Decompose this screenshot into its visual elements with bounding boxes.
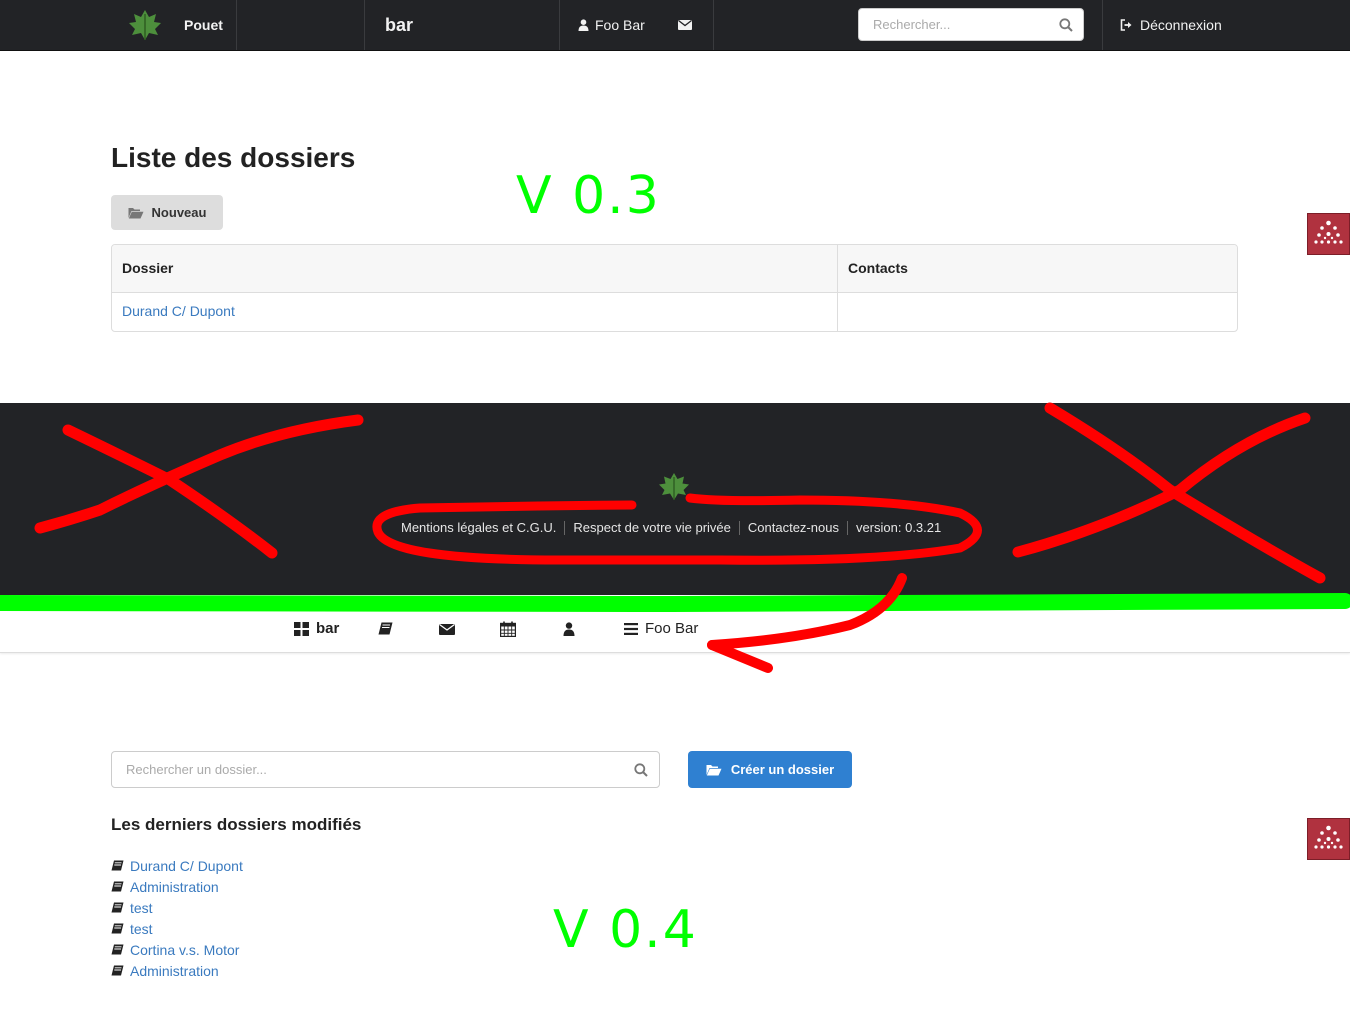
- navbar-divider: [236, 0, 237, 50]
- network-icon: [1314, 825, 1343, 849]
- navbar-divider: [713, 0, 714, 50]
- book-icon: [111, 965, 124, 976]
- list-item: test: [111, 897, 243, 918]
- book-icon: [111, 923, 124, 934]
- book-icon: [111, 881, 124, 892]
- list-item: Durand C/ Dupont: [111, 855, 243, 876]
- mail-icon: [439, 623, 455, 635]
- list-item: Administration: [111, 876, 243, 897]
- new-folder-button[interactable]: Nouveau: [111, 195, 223, 230]
- search-icon[interactable]: [634, 763, 648, 777]
- navbar-divider: [1102, 0, 1103, 50]
- user-name: Foo Bar: [595, 17, 645, 33]
- footer-links: Mentions légales et C.G.U. Respect de vo…: [393, 520, 949, 535]
- user-menu-link[interactable]: Foo Bar: [578, 0, 645, 50]
- version-label-v03: V 0.3: [516, 166, 661, 226]
- new-folder-label: Nouveau: [151, 205, 207, 220]
- recent-folders-heading: Les derniers dossiers modifiés: [111, 815, 362, 834]
- logout-link[interactable]: Déconnexion: [1120, 0, 1222, 50]
- folder-open-icon: [706, 764, 722, 775]
- top-search-input[interactable]: [859, 9, 1067, 40]
- footer-version: version: 0.3.21: [855, 520, 942, 535]
- recent-folder-link[interactable]: Administration: [130, 963, 219, 979]
- nav-item-messages[interactable]: [439, 623, 455, 636]
- navbar-divider: [364, 0, 365, 50]
- nav-app-title: bar: [316, 620, 340, 637]
- footer-link-contact[interactable]: Contactez-nous: [740, 520, 847, 535]
- side-widget-button[interactable]: [1307, 818, 1350, 860]
- leaf-logo-icon: [659, 473, 689, 500]
- list-item: Cortina v.s. Motor: [111, 939, 243, 960]
- folders-table: Dossier Contacts Durand C/ Dupont: [111, 244, 1238, 332]
- table-row-dossier-link[interactable]: Durand C/ Dupont: [122, 303, 235, 319]
- leaf-logo-icon[interactable]: [127, 8, 163, 42]
- book-icon: [378, 622, 393, 635]
- footer-link-privacy[interactable]: Respect de votre vie privée: [565, 520, 739, 535]
- table-header: [112, 245, 1237, 293]
- table-column-divider: [837, 245, 838, 331]
- page-title: Liste des dossiers: [111, 142, 356, 173]
- version-label-v04: V 0.4: [553, 900, 698, 960]
- navbar-divider: [559, 0, 560, 50]
- create-folder-label: Créer un dossier: [730, 762, 835, 777]
- user-icon: [563, 622, 575, 636]
- brand-name[interactable]: Pouet: [184, 0, 223, 50]
- list-item: test: [111, 918, 243, 939]
- recent-folder-link[interactable]: Durand C/ Dupont: [130, 858, 243, 874]
- nav-item-user-menu[interactable]: Foo Bar: [624, 620, 698, 637]
- v04-navbar: bar Foo Bar: [0, 606, 1350, 653]
- book-icon: [111, 944, 124, 955]
- nav-item-folders[interactable]: [378, 622, 393, 635]
- recent-folder-link[interactable]: Cortina v.s. Motor: [130, 942, 239, 958]
- create-folder-button[interactable]: Créer un dossier: [688, 751, 852, 788]
- book-icon: [111, 902, 124, 913]
- sign-out-icon: [1120, 19, 1132, 31]
- footer-link-legal[interactable]: Mentions légales et C.G.U.: [393, 520, 564, 535]
- nav-user-name: Foo Bar: [645, 620, 699, 637]
- app-title[interactable]: bar: [385, 0, 413, 50]
- folder-open-icon: [128, 207, 144, 218]
- user-icon: [578, 19, 589, 31]
- nav-item-calendar[interactable]: [500, 621, 516, 637]
- column-header-dossier: Dossier: [122, 260, 174, 276]
- nav-item-contacts[interactable]: [563, 622, 575, 636]
- network-icon: [1314, 220, 1343, 244]
- recent-folder-link[interactable]: Administration: [130, 879, 219, 895]
- search-icon[interactable]: [1059, 18, 1073, 32]
- list-item: Administration: [111, 960, 243, 981]
- folder-search-box: [111, 751, 660, 788]
- top-navbar: Pouet bar Foo Bar Déconnexion: [0, 0, 1350, 51]
- book-icon: [111, 860, 124, 871]
- column-header-contacts: Contacts: [848, 260, 908, 276]
- hamburger-menu-icon: [624, 622, 638, 635]
- recent-folder-link[interactable]: test: [130, 921, 153, 937]
- green-divider-line: [0, 593, 1350, 613]
- folder-search-input[interactable]: [112, 752, 620, 787]
- grid-icon: [294, 621, 309, 636]
- mail-icon[interactable]: [678, 19, 692, 31]
- nav-item-dashboard[interactable]: bar: [294, 620, 339, 637]
- calendar-icon: [500, 621, 516, 637]
- logout-label: Déconnexion: [1140, 17, 1222, 33]
- top-search-box: [858, 8, 1084, 41]
- recent-folder-link[interactable]: test: [130, 900, 153, 916]
- recent-folders-list: Durand C/ Dupont Administration test tes…: [111, 855, 243, 981]
- side-widget-button[interactable]: [1307, 213, 1350, 255]
